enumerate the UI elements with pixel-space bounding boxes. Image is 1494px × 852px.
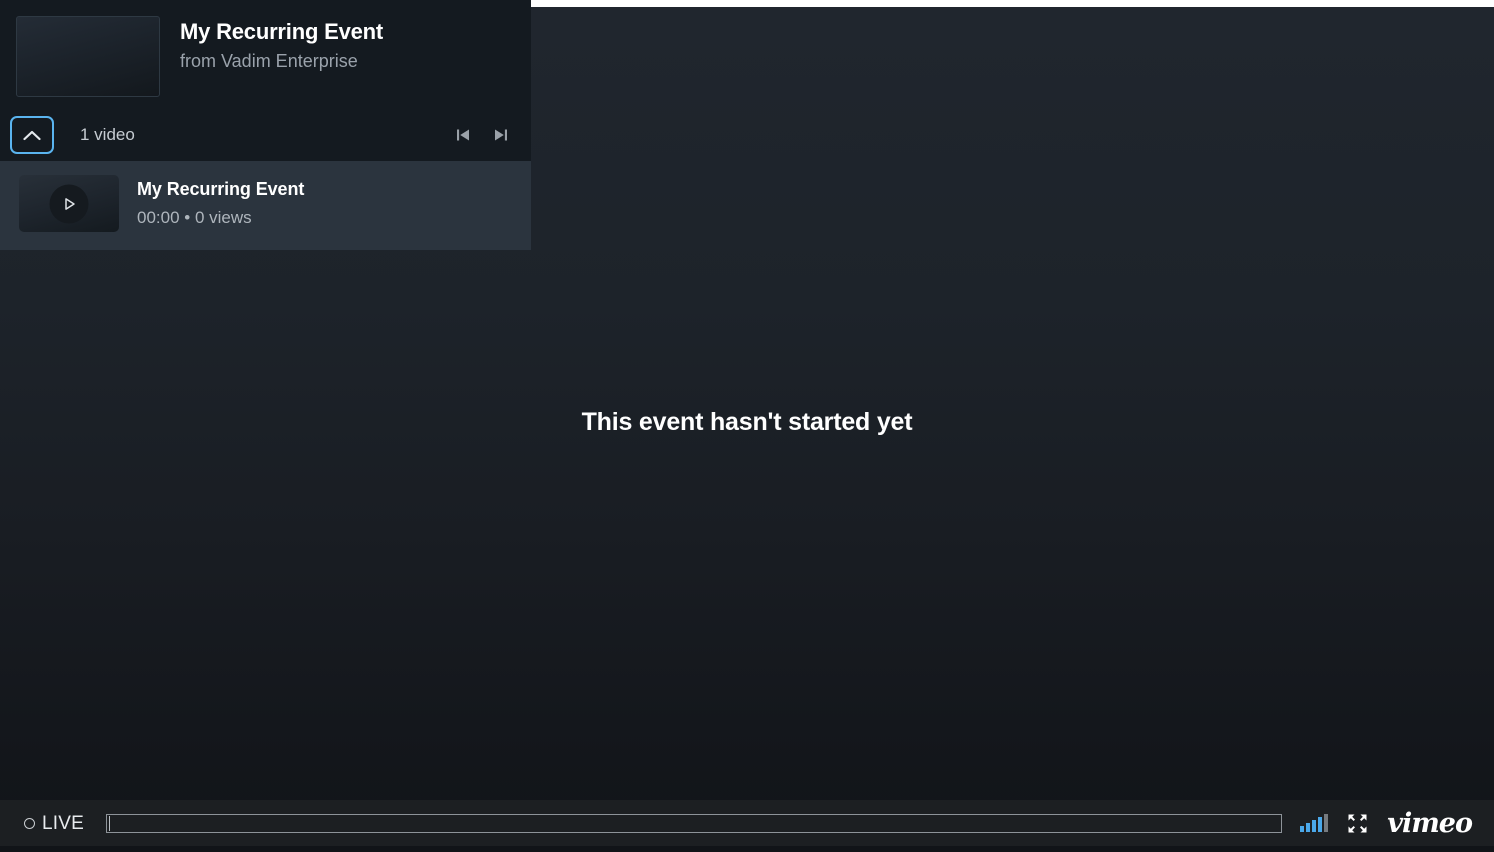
list-item[interactable]: My Recurring Event 00:00 • 0 views <box>0 167 531 242</box>
item-thumbnail <box>19 175 119 232</box>
playlist-header-top: My Recurring Event from Vadim Enterprise <box>16 16 515 97</box>
playlist-owner: from Vadim Enterprise <box>180 50 358 71</box>
signal-bar-4 <box>1318 817 1323 832</box>
live-status-badge[interactable]: LIVE <box>24 814 84 833</box>
progress-scrubber[interactable] <box>106 813 1283 833</box>
item-title: My Recurring Event <box>137 179 305 199</box>
control-bar-right: vimeo <box>1300 810 1473 837</box>
playlist-controls: 1 video <box>0 109 531 161</box>
vimeo-logo[interactable]: vimeo <box>1387 810 1473 837</box>
skip-previous-icon <box>455 127 471 143</box>
video-count-label: 1 video <box>80 125 135 144</box>
play-icon <box>49 184 89 223</box>
signal-bar-2 <box>1306 823 1311 832</box>
playlist-header: My Recurring Event from Vadim Enterprise… <box>0 0 531 161</box>
playlist-panel: My Recurring Event from Vadim Enterprise… <box>0 0 531 250</box>
item-meta: My Recurring Event 00:00 • 0 views <box>137 179 304 228</box>
playlist-items: My Recurring Event 00:00 • 0 views <box>0 161 531 250</box>
previous-video-button[interactable] <box>449 121 477 149</box>
page-title: My Recurring Event <box>180 19 384 44</box>
scrubber-playhead[interactable] <box>109 815 110 831</box>
signal-bar-3 <box>1312 820 1317 832</box>
collapse-playlist-button[interactable] <box>10 116 54 154</box>
player-control-bar: LIVE vimeo <box>0 800 1494 846</box>
fullscreen-icon[interactable] <box>1347 813 1368 834</box>
live-circle-icon <box>24 817 35 829</box>
next-video-button[interactable] <box>487 121 515 149</box>
item-duration-views: 00:00 • 0 views <box>137 207 252 227</box>
vimeo-player: This event hasn't started yet My Recurri… <box>0 0 1494 852</box>
signal-bars-icon[interactable] <box>1300 814 1329 832</box>
skip-next-icon <box>493 127 509 143</box>
live-label: LIVE <box>42 812 84 834</box>
signal-bar-5 <box>1324 814 1329 832</box>
signal-bar-1 <box>1300 826 1305 832</box>
chevron-up-icon <box>23 130 41 141</box>
playlist-header-text: My Recurring Event from Vadim Enterprise <box>180 16 383 73</box>
video-thumbnail <box>16 16 160 97</box>
